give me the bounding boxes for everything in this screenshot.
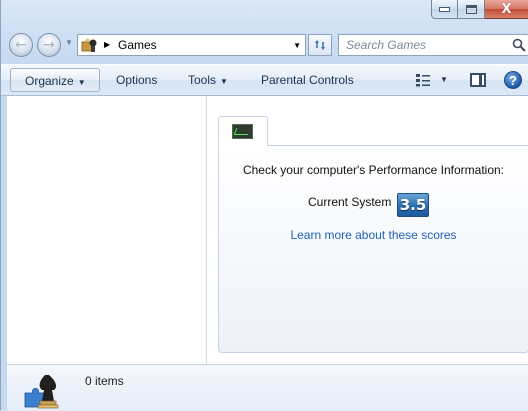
performance-tab[interactable] [218,116,268,146]
tools-label: Tools [188,73,217,87]
search-placeholder: Search Games [346,38,427,52]
breadcrumb-chevron-icon[interactable]: ▶ [104,40,110,49]
games-folder-icon [81,38,97,52]
parental-controls-button[interactable]: Parental Controls [261,73,354,87]
search-input[interactable]: Search Games [338,34,528,56]
caption-buttons: X [431,0,528,20]
maximize-icon [465,4,477,14]
organize-button[interactable]: Organize ▼ [10,68,100,92]
chevron-down-icon: ▼ [77,78,86,87]
help-icon[interactable]: ? [504,71,522,89]
breadcrumb-games[interactable]: Games [118,38,157,52]
details-pane: 0 items [7,364,528,411]
performance-score-badge[interactable]: 3.5 [397,193,429,217]
games-chess-puzzle-icon [24,375,59,409]
performance-panel: Check your computer's Performance Inform… [218,145,528,353]
performance-monitor-icon [232,124,253,139]
back-button[interactable]: ← [9,33,33,57]
address-bar[interactable]: ▶ Games ▼ [77,34,306,56]
address-history-dropdown-icon[interactable]: ▼ [293,41,301,50]
minimize-icon [439,6,450,12]
chevron-down-icon: ▼ [220,77,228,86]
performance-heading: Check your computer's Performance Inform… [242,163,505,177]
current-system-label: Current System [308,195,392,209]
close-icon: X [501,1,512,17]
close-button[interactable]: X [485,0,528,19]
tools-button[interactable]: Tools ▼ [188,73,228,87]
recent-pages-dropdown-icon[interactable]: ▼ [65,38,73,47]
refresh-icon [315,40,325,50]
navigation-pane [7,96,207,364]
search-icon[interactable] [512,38,526,52]
item-count: 0 items [85,374,124,388]
explorer-window: X ← → ▼ ▶ Games ▼ Search Games Organize … [0,0,528,411]
forward-arrow-icon: → [43,37,55,53]
back-arrow-icon: ← [15,37,27,53]
maximize-button[interactable] [458,0,485,19]
view-options-chevron-icon[interactable]: ▼ [440,75,448,84]
refresh-button[interactable] [308,34,332,56]
change-view-icon[interactable] [415,73,431,87]
command-bar: Organize ▼ Options Tools ▼ Parental Contro… [1,64,528,96]
options-button[interactable]: Options [116,73,157,87]
preview-pane-icon[interactable] [470,73,486,87]
games-content-area: Check your computer's Performance Inform… [207,96,528,364]
learn-more-link[interactable]: Learn more about these scores [219,228,528,242]
minimize-button[interactable] [431,0,458,19]
forward-button[interactable]: → [37,33,61,57]
organize-label: Organize [25,74,74,88]
